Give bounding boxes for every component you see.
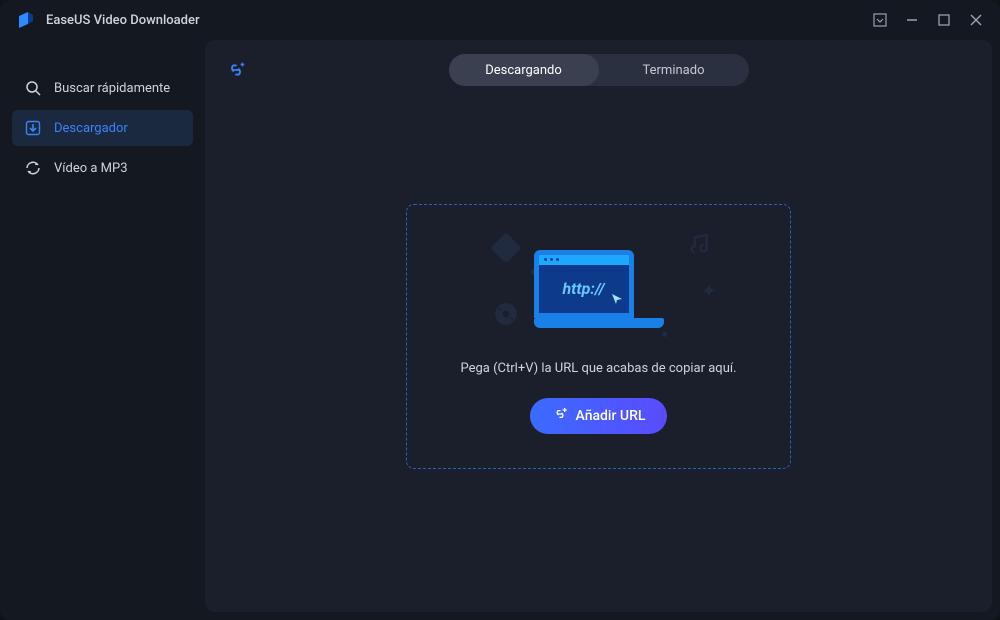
drop-hint: Pega (Ctrl+V) la URL que acabas de copia… <box>460 361 736 376</box>
link-plus-icon <box>552 406 568 426</box>
content-area: ✦ http:// <box>205 100 992 612</box>
search-icon <box>24 79 42 97</box>
sidebar: Buscar rápidamente Descargador Vídeo a M… <box>0 40 205 620</box>
tab-label: Descargando <box>485 63 562 78</box>
convert-icon <box>24 159 42 177</box>
star-icon: ✦ <box>701 281 716 302</box>
tab-group: Descargando Terminado <box>449 54 749 86</box>
cursor-icon <box>611 290 623 309</box>
close-icon[interactable] <box>968 12 984 28</box>
add-url-label: Añadir URL <box>576 408 646 424</box>
dot-icon <box>662 332 667 337</box>
app-title: EaseUS Video Downloader <box>46 13 872 28</box>
add-link-icon[interactable] <box>225 59 247 81</box>
main-panel: Descargando Terminado ✦ <box>205 40 992 612</box>
disc-icon <box>493 301 519 331</box>
sidebar-item-label: Vídeo a MP3 <box>54 161 128 176</box>
dropdown-icon[interactable] <box>872 12 888 28</box>
topbar: Descargando Terminado <box>205 40 992 100</box>
tab-label: Terminado <box>643 63 705 78</box>
url-dropzone[interactable]: ✦ http:// <box>406 204 791 469</box>
titlebar: EaseUS Video Downloader <box>0 0 1000 40</box>
sidebar-item-search[interactable]: Buscar rápidamente <box>12 70 193 106</box>
laptop-icon: http:// <box>534 250 664 328</box>
window-controls <box>872 12 984 28</box>
download-icon <box>24 119 42 137</box>
music-note-icon <box>685 233 711 263</box>
illustration: ✦ http:// <box>489 239 709 339</box>
minimize-icon[interactable] <box>904 12 920 28</box>
sidebar-item-label: Buscar rápidamente <box>54 81 170 96</box>
app-window: EaseUS Video Downloader Buscar rápid <box>0 0 1000 620</box>
body: Buscar rápidamente Descargador Vídeo a M… <box>0 40 1000 620</box>
add-url-button[interactable]: Añadir URL <box>530 398 668 434</box>
diamond-icon <box>490 232 521 263</box>
app-logo-icon <box>16 10 36 30</box>
illus-text: http:// <box>562 279 604 298</box>
tab-downloading[interactable]: Descargando <box>449 54 599 86</box>
sidebar-item-video-mp3[interactable]: Vídeo a MP3 <box>12 150 193 186</box>
maximize-icon[interactable] <box>936 12 952 28</box>
sidebar-item-downloader[interactable]: Descargador <box>12 110 193 146</box>
tab-finished[interactable]: Terminado <box>599 54 749 86</box>
sidebar-item-label: Descargador <box>54 121 128 136</box>
